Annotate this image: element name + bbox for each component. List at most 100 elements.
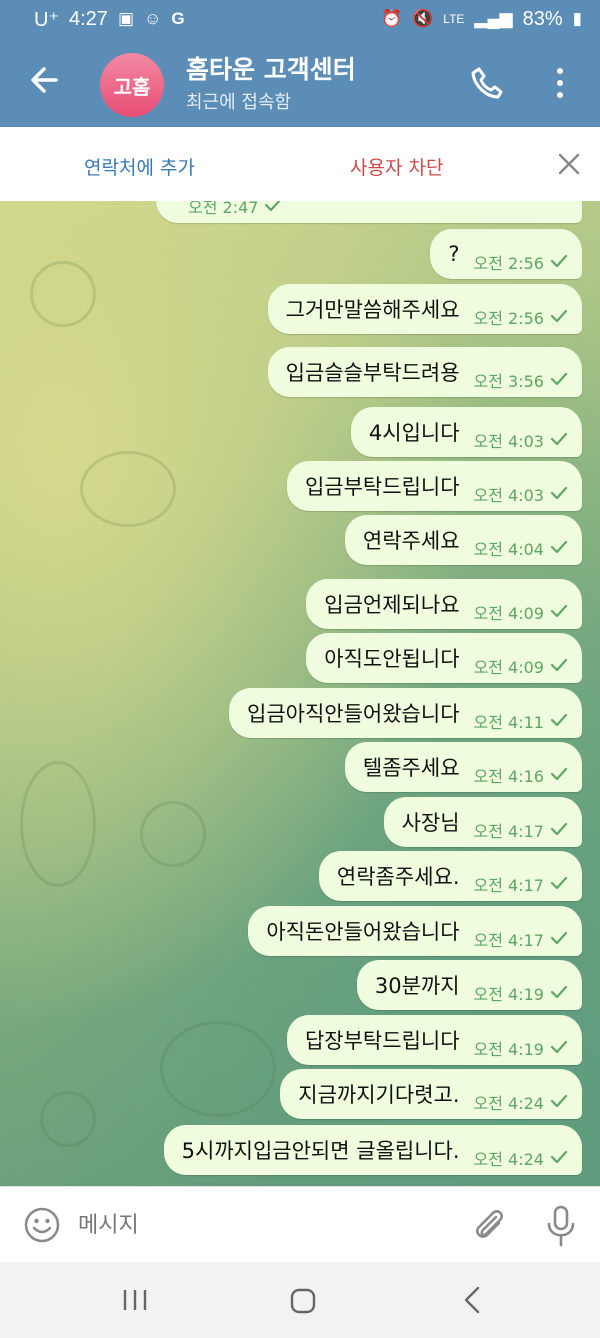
message-time: 오전 4:03 [473, 432, 544, 451]
lte-label: LTE [443, 12, 465, 26]
baby-monitor-icon: ☺ [144, 9, 162, 28]
message-bubble[interactable]: 입금부탁드립니다 오전 4:03 [286, 461, 582, 511]
read-check-icon [550, 766, 568, 785]
message-time: 오전 4:09 [473, 604, 544, 623]
message-list[interactable]: 오전 2:47? 오전 2:56 그거만말씀해주세요 오전 2:56 입금슬슬부탁드려용… [0, 201, 600, 1186]
read-check-icon [550, 308, 568, 327]
add-contact-button[interactable]: 연락처에 추가 [84, 153, 195, 180]
message-bubble[interactable]: 연락주세요 오전 4:04 [344, 515, 582, 565]
message-bubble[interactable]: 30분까지 오전 4:19 [356, 960, 582, 1010]
message-meta: 오전 3:56 [474, 368, 568, 392]
read-check-icon [550, 371, 568, 390]
message-bubble[interactable]: 답장부탁드립니다 오전 4:19 [286, 1015, 582, 1065]
lte-signal-icon: ▂▄▆ [474, 9, 513, 28]
message-meta: 오전 4:09 [474, 600, 568, 624]
message-text: 5시까지입금안되면 글올립니다. [181, 1139, 460, 1163]
wallpaper-doodle [40, 1091, 96, 1147]
message-time: 오전 2:47 [188, 201, 259, 217]
alarm-icon: ⏰ [380, 9, 403, 28]
message-meta: 오전 4:24 [474, 1146, 568, 1170]
message-text: 입금아직안들어왔습니다 [247, 702, 460, 726]
message-bubble[interactable]: 5시까지입금안되면 글올립니다. 오전 4:24 [163, 1125, 582, 1175]
message-bubble[interactable]: 입금아직안들어왔습니다 오전 4:11 [229, 688, 582, 738]
nav-back-icon[interactable] [462, 1286, 482, 1314]
mute-icon: 🔇 [412, 9, 434, 28]
message-time: 오전 4:19 [473, 985, 544, 1004]
status-bar: U⁺ 4:27 ▣ ☺ G ⏰ 🔇 LTE ▂▄▆ 83% ▮ [0, 0, 600, 38]
message-meta: 오전 4:16 [474, 763, 568, 787]
message-bubble[interactable]: 입금슬슬부탁드려용 오전 3:56 [267, 347, 582, 397]
message-meta: 오전 4:03 [474, 482, 568, 506]
message-bubble[interactable]: 아직도안됩니다 오전 4:09 [306, 633, 582, 683]
message-bubble[interactable]: 지금까지기다렷고. 오전 4:24 [280, 1069, 582, 1119]
message-time: 오전 2:56 [473, 309, 544, 328]
message-bubble[interactable]: ? 오전 2:56 [430, 229, 582, 279]
message-bubble[interactable]: 아직돈안들어왔습니다 오전 4:17 [248, 906, 582, 956]
message-bubble[interactable]: 4시입니다 오전 4:03 [350, 407, 582, 457]
message-meta: 오전 2:56 [474, 250, 568, 274]
read-check-icon [264, 201, 282, 216]
message-bubble[interactable]: 그거만말씀해주세요 오전 2:56 [267, 284, 582, 334]
message-meta: 오전 4:24 [474, 1090, 568, 1114]
message-bubble[interactable]: 오전 2:47 [156, 201, 582, 223]
message-time: 오전 4:17 [473, 931, 544, 950]
emoji-icon[interactable] [24, 1207, 60, 1243]
read-check-icon [550, 253, 568, 272]
message-input[interactable] [78, 1207, 438, 1243]
composer-bar [0, 1186, 600, 1263]
phone-icon[interactable] [470, 66, 504, 100]
read-check-icon [550, 821, 568, 840]
recents-icon[interactable] [122, 1288, 148, 1312]
back-arrow-icon[interactable] [26, 62, 62, 98]
message-text: 4시입니다 [368, 421, 460, 445]
read-check-icon [550, 485, 568, 504]
avatar-initials: 고홈 [113, 74, 151, 99]
message-meta: 오전 4:19 [474, 1036, 568, 1060]
message-time: 오전 4:04 [473, 540, 544, 559]
message-text: 입금부탁드립니다 [304, 475, 460, 499]
message-meta: 오전 4:17 [474, 872, 568, 896]
microphone-icon[interactable] [546, 1205, 576, 1247]
message-bubble[interactable]: 사장님 오전 4:17 [383, 797, 582, 847]
message-time: 오전 2:56 [473, 254, 544, 273]
message-time: 오전 4:24 [473, 1094, 544, 1113]
close-icon[interactable] [556, 151, 582, 177]
read-check-icon [550, 1039, 568, 1058]
message-time: 오전 4:11 [473, 713, 544, 732]
message-text: 아직도안됩니다 [324, 647, 460, 671]
message-bubble[interactable]: 연락좀주세요. 오전 4:17 [318, 851, 582, 901]
read-check-icon [550, 603, 568, 622]
message-time: 오전 4:17 [473, 876, 544, 895]
message-text: 답장부탁드립니다 [304, 1029, 460, 1053]
message-time: 오전 4:19 [473, 1040, 544, 1059]
message-meta: 오전 4:17 [474, 927, 568, 951]
chat-title[interactable]: 홈타운 고객센터 [186, 50, 356, 86]
block-user-button[interactable]: 사용자 차단 [350, 153, 443, 180]
avatar[interactable]: 고홈 [100, 53, 164, 117]
message-text: ? [448, 242, 460, 266]
attach-paperclip-icon[interactable] [470, 1205, 506, 1245]
message-time: 오전 4:24 [473, 1150, 544, 1169]
message-text: 30분까지 [374, 974, 460, 998]
more-options-icon[interactable] [550, 66, 570, 100]
message-meta: 오전 4:11 [474, 709, 568, 733]
contact-action-bar: 연락처에 추가 사용자 차단 [0, 127, 600, 202]
message-text: 사장님 [401, 811, 460, 835]
message-time: 오전 3:56 [473, 372, 544, 391]
message-text: 연락주세요 [362, 529, 460, 553]
message-text: 지금까지기다렷고. [298, 1083, 460, 1107]
wallpaper-doodle [30, 261, 96, 327]
home-icon[interactable] [290, 1288, 316, 1314]
message-text: 그거만말씀해주세요 [285, 298, 460, 322]
message-time: 오전 4:16 [473, 767, 544, 786]
read-check-icon [550, 984, 568, 1003]
message-bubble[interactable]: 텔좀주세요 오전 4:16 [344, 742, 582, 792]
message-text: 아직돈안들어왔습니다 [266, 920, 460, 944]
message-meta: 오전 4:03 [474, 428, 568, 452]
system-nav-bar [0, 1262, 600, 1338]
message-text: 입금언제되나요 [324, 593, 460, 617]
message-meta: 오전 4:17 [474, 818, 568, 842]
message-bubble[interactable]: 입금언제되나요 오전 4:09 [306, 579, 582, 629]
battery-icon: ▮ [572, 9, 582, 28]
message-time: 오전 4:09 [473, 658, 544, 677]
